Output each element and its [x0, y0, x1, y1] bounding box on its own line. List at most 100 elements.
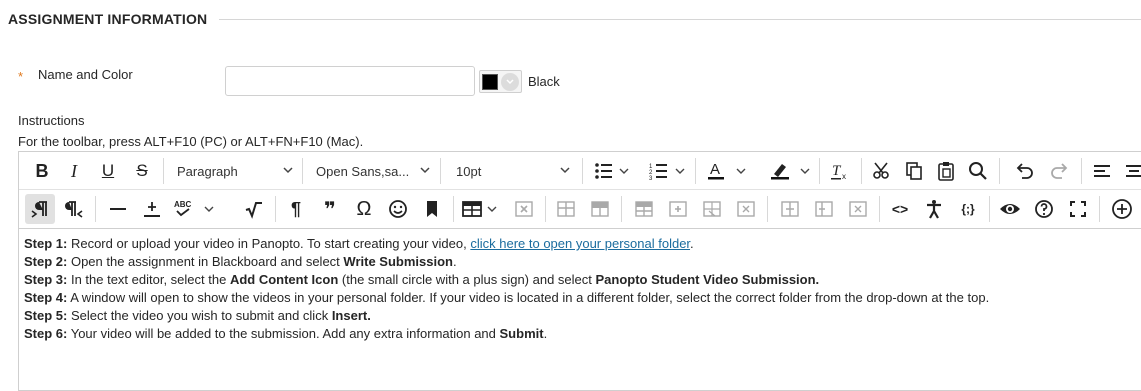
row-props-button[interactable] — [731, 194, 761, 224]
delete-table-button[interactable] — [509, 194, 539, 224]
editor-content[interactable]: Step 1: Record or upload your video in P… — [24, 235, 1141, 343]
paste-button[interactable] — [931, 156, 961, 186]
find-replace-button[interactable] — [963, 156, 993, 186]
redo-icon — [1051, 163, 1068, 179]
paragraph-format-select[interactable]: Paragraph — [168, 156, 300, 186]
instructions-label: Instructions — [18, 113, 85, 128]
math-equation-button[interactable] — [239, 194, 269, 224]
italic-button[interactable]: I — [59, 156, 89, 186]
strikethrough-button[interactable]: S — [127, 156, 157, 186]
redo-button[interactable] — [1045, 156, 1075, 186]
table-row-props-button[interactable] — [551, 194, 581, 224]
fullscreen-button[interactable] — [1063, 194, 1093, 224]
rtl-direction-button[interactable] — [59, 194, 89, 224]
underline-button[interactable]: U — [93, 156, 123, 186]
scissors-icon — [873, 162, 889, 179]
table-row-icon — [557, 201, 575, 217]
preview-button[interactable] — [995, 194, 1025, 224]
bullet-list-button[interactable] — [589, 156, 635, 186]
font-family-value: Open Sans,sa... — [316, 163, 410, 179]
special-character-button[interactable]: Ω — [349, 194, 379, 224]
toolbar-divider — [163, 158, 164, 184]
show-blocks-button[interactable]: ¶ — [281, 194, 311, 224]
toolbar-row-1: B I U S Paragraph Open Sans,sa... 10pt 1… — [19, 152, 1141, 190]
spellcheck-icon: ABC — [174, 200, 214, 217]
personal-folder-link[interactable]: click here to open your personal folder — [470, 236, 690, 251]
search-icon — [969, 162, 987, 180]
insert-col-before-icon — [781, 201, 799, 217]
clear-formatting-button[interactable]: T x — [825, 156, 855, 186]
chevron-down-icon — [420, 167, 430, 174]
square-root-icon — [245, 202, 262, 219]
step-line: Step 4: A window will open to show the v… — [24, 290, 990, 305]
ltr-paragraph-icon — [31, 201, 47, 218]
undo-icon — [1016, 163, 1033, 179]
section-divider — [219, 18, 1141, 20]
help-button[interactable] — [1029, 194, 1059, 224]
color-name: Black — [528, 74, 560, 89]
color-picker-button[interactable] — [479, 70, 522, 93]
align-left-button[interactable] — [1087, 156, 1117, 186]
highlight-color-button[interactable] — [765, 156, 815, 186]
blockquote-button[interactable]: ❞ — [315, 194, 345, 224]
insert-col-before-button[interactable] — [775, 194, 805, 224]
font-color-button[interactable]: A — [701, 156, 751, 186]
insert-col-after-button[interactable] — [809, 194, 839, 224]
add-content-button[interactable] — [1107, 194, 1137, 224]
insert-row-after-button[interactable] — [663, 194, 693, 224]
delete-col-button[interactable] — [843, 194, 873, 224]
code-sample-button[interactable]: {;} — [953, 194, 983, 224]
svg-text:T: T — [832, 163, 842, 179]
table-button[interactable] — [459, 194, 503, 224]
insert-anchor-button[interactable] — [137, 194, 167, 224]
table-cell-props-button[interactable] — [585, 194, 615, 224]
toolbar-divider — [999, 158, 1000, 184]
toolbar-divider — [1081, 158, 1082, 184]
toolbar-divider — [621, 196, 622, 222]
bold-button[interactable]: B — [27, 156, 57, 186]
help-icon — [1035, 200, 1053, 218]
bookmark-button[interactable] — [417, 194, 447, 224]
numbered-list-button[interactable]: 1 2 3 — [645, 156, 691, 186]
toolbar-row-2: ABC ¶ ❞ Ω <> {;} — [19, 190, 1141, 229]
fullscreen-icon — [1070, 201, 1086, 217]
add-content-icon — [1112, 199, 1132, 219]
delete-table-icon — [515, 201, 533, 217]
toolbar-divider — [879, 196, 880, 222]
name-input[interactable] — [225, 66, 475, 96]
toolbar-divider — [861, 158, 862, 184]
rtl-paragraph-icon — [65, 201, 83, 218]
insert-row-before-button[interactable] — [629, 194, 659, 224]
font-color-icon: A — [708, 161, 746, 180]
bullet-list-icon — [595, 163, 629, 179]
highlighter-icon — [771, 164, 810, 180]
insert-row-before-icon — [635, 201, 653, 217]
undo-button[interactable] — [1009, 156, 1039, 186]
spellcheck-button[interactable]: ABC — [169, 194, 219, 224]
clear-formatting-icon: T x — [831, 163, 846, 181]
chevron-down-icon — [560, 167, 570, 174]
chevron-down-icon — [501, 72, 519, 91]
toolbar-divider — [95, 196, 96, 222]
delete-row-button[interactable] — [697, 194, 727, 224]
emoticons-button[interactable] — [383, 194, 413, 224]
source-code-button[interactable]: <> — [885, 194, 915, 224]
align-center-button[interactable] — [1119, 156, 1141, 186]
cut-button[interactable] — [867, 156, 897, 186]
toolbar-divider — [819, 158, 820, 184]
font-family-select[interactable]: Open Sans,sa... — [307, 156, 437, 186]
font-size-select[interactable]: 10pt — [447, 156, 577, 186]
paragraph-format-value: Paragraph — [177, 163, 238, 179]
svg-text:A: A — [710, 161, 720, 178]
accessibility-checker-button[interactable] — [919, 194, 949, 224]
toolbar-divider — [695, 158, 696, 184]
ltr-direction-button[interactable] — [25, 194, 55, 224]
horizontal-line-button[interactable] — [103, 194, 133, 224]
insert-below-icon — [144, 202, 160, 217]
table-cell-icon — [591, 201, 609, 217]
rich-text-editor: B I U S Paragraph Open Sans,sa... 10pt 1… — [18, 151, 1141, 391]
delete-row-icon — [703, 201, 721, 217]
row-x-icon — [737, 201, 755, 217]
accessibility-icon — [927, 200, 941, 219]
copy-button[interactable] — [899, 156, 929, 186]
